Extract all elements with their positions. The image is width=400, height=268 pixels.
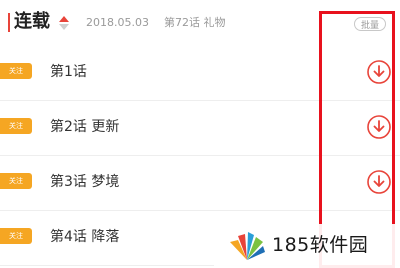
chapter-title: 第2话 更新 bbox=[50, 119, 120, 135]
chapter-badge: 关注 bbox=[0, 63, 32, 79]
chapter-title: 第4话 降落 bbox=[50, 229, 120, 245]
download-icon[interactable] bbox=[366, 169, 392, 195]
update-date: 2018.05.03 bbox=[86, 16, 149, 29]
chapter-badge: 关注 bbox=[0, 173, 32, 189]
latest-chapter: 第72话 礼物 bbox=[164, 16, 226, 29]
download-icon[interactable] bbox=[366, 59, 392, 85]
title-accent-bar bbox=[8, 13, 10, 32]
batch-button[interactable]: 批量 bbox=[354, 17, 386, 31]
chapter-badge: 关注 bbox=[0, 228, 32, 244]
chapter-row[interactable]: 关注 第2话 更新 bbox=[0, 101, 400, 156]
watermark-text: 185软件园 bbox=[272, 234, 369, 256]
chapter-row[interactable]: 关注 第3话 梦境 bbox=[0, 156, 400, 211]
chapter-title: 第1话 bbox=[50, 64, 87, 80]
sort-icon[interactable] bbox=[58, 14, 70, 32]
chapter-list-header: 连载 2018.05.03 第72话 礼物 批量 bbox=[0, 0, 400, 46]
download-icon[interactable] bbox=[366, 114, 392, 140]
watermark: 185软件园 bbox=[214, 224, 400, 268]
chapter-row[interactable]: 关注 第1话 bbox=[0, 46, 400, 101]
chapter-title: 第3话 梦境 bbox=[50, 174, 120, 190]
site-logo-icon bbox=[230, 232, 265, 260]
chapter-badge: 关注 bbox=[0, 118, 32, 134]
section-title: 连载 bbox=[14, 11, 50, 32]
